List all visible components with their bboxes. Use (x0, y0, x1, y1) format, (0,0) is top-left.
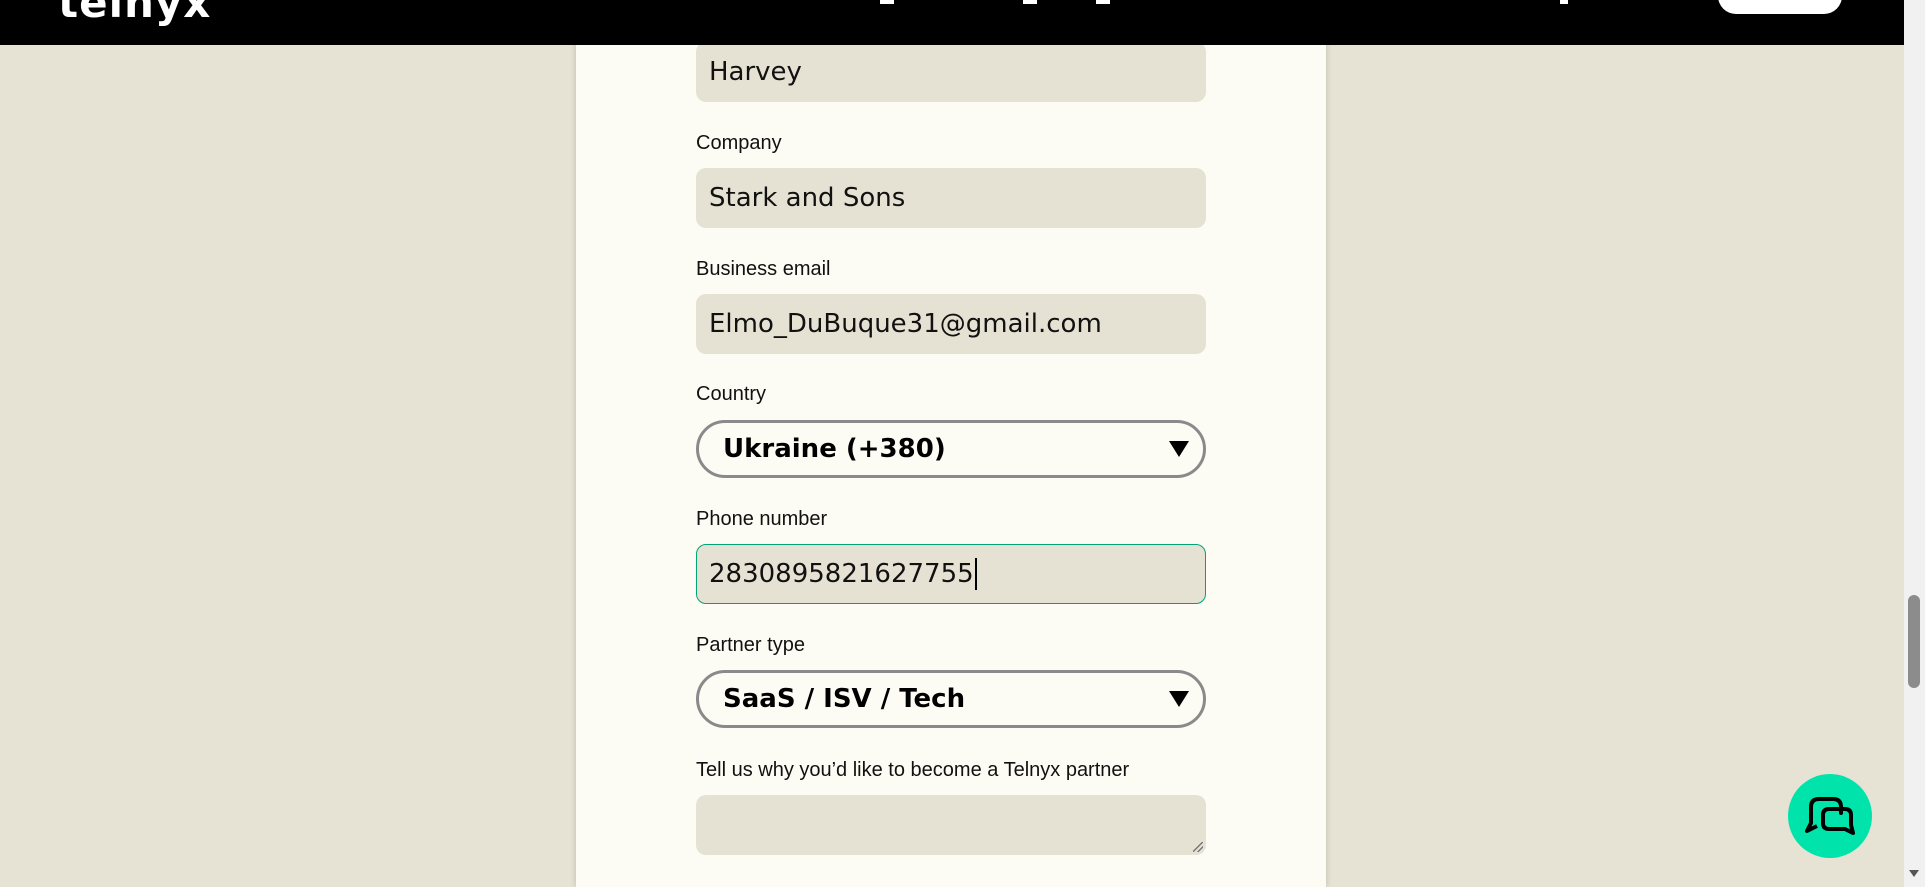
business-email-field[interactable]: Elmo_DuBuque31@gmail.com (696, 294, 1206, 354)
chat-bubbles-icon (1805, 797, 1855, 835)
text-caret (974, 558, 977, 590)
country-label: Country (696, 383, 767, 405)
nav-item-marker[interactable] (1023, 0, 1037, 4)
top-navigation-bar: telnyx (0, 0, 1904, 45)
chat-widget-button[interactable] (1788, 774, 1872, 858)
country-select[interactable]: Ukraine (+380) (696, 420, 1206, 478)
nav-item-marker[interactable] (880, 0, 894, 4)
scrollbar-thumb[interactable] (1908, 595, 1920, 688)
last-name-field[interactable]: Harvey (696, 42, 1206, 102)
partner-reason-textarea[interactable] (696, 795, 1206, 855)
telnyx-logo[interactable]: telnyx (58, 0, 211, 27)
business-email-label: Business email (696, 258, 831, 280)
nav-item-marker[interactable] (1560, 0, 1568, 4)
phone-number-value: 2830895821627755 (709, 559, 974, 589)
page-scrollbar[interactable] (1904, 0, 1925, 887)
company-label: Company (696, 132, 782, 154)
partner-type-select[interactable]: SaaS / ISV / Tech (696, 670, 1206, 728)
partner-type-selected-value: SaaS / ISV / Tech (723, 684, 966, 714)
header-cta-button[interactable] (1718, 0, 1842, 14)
partner-type-label: Partner type (696, 634, 805, 656)
country-selected-value: Ukraine (+380) (723, 434, 946, 464)
company-value: Stark and Sons (709, 183, 906, 213)
triangle-down-icon (1169, 441, 1189, 457)
nav-item-marker[interactable] (1096, 0, 1110, 4)
company-field[interactable]: Stark and Sons (696, 168, 1206, 228)
last-name-value: Harvey (709, 57, 802, 87)
phone-number-field[interactable]: 2830895821627755 (696, 544, 1206, 604)
resize-handle-icon[interactable] (1193, 842, 1203, 852)
scroll-down-arrow-icon[interactable] (1909, 870, 1919, 877)
business-email-value: Elmo_DuBuque31@gmail.com (709, 309, 1102, 339)
phone-number-label: Phone number (696, 508, 828, 530)
triangle-down-icon (1169, 691, 1189, 707)
partner-reason-label: Tell us why you’d like to become a Telny… (696, 759, 1130, 781)
